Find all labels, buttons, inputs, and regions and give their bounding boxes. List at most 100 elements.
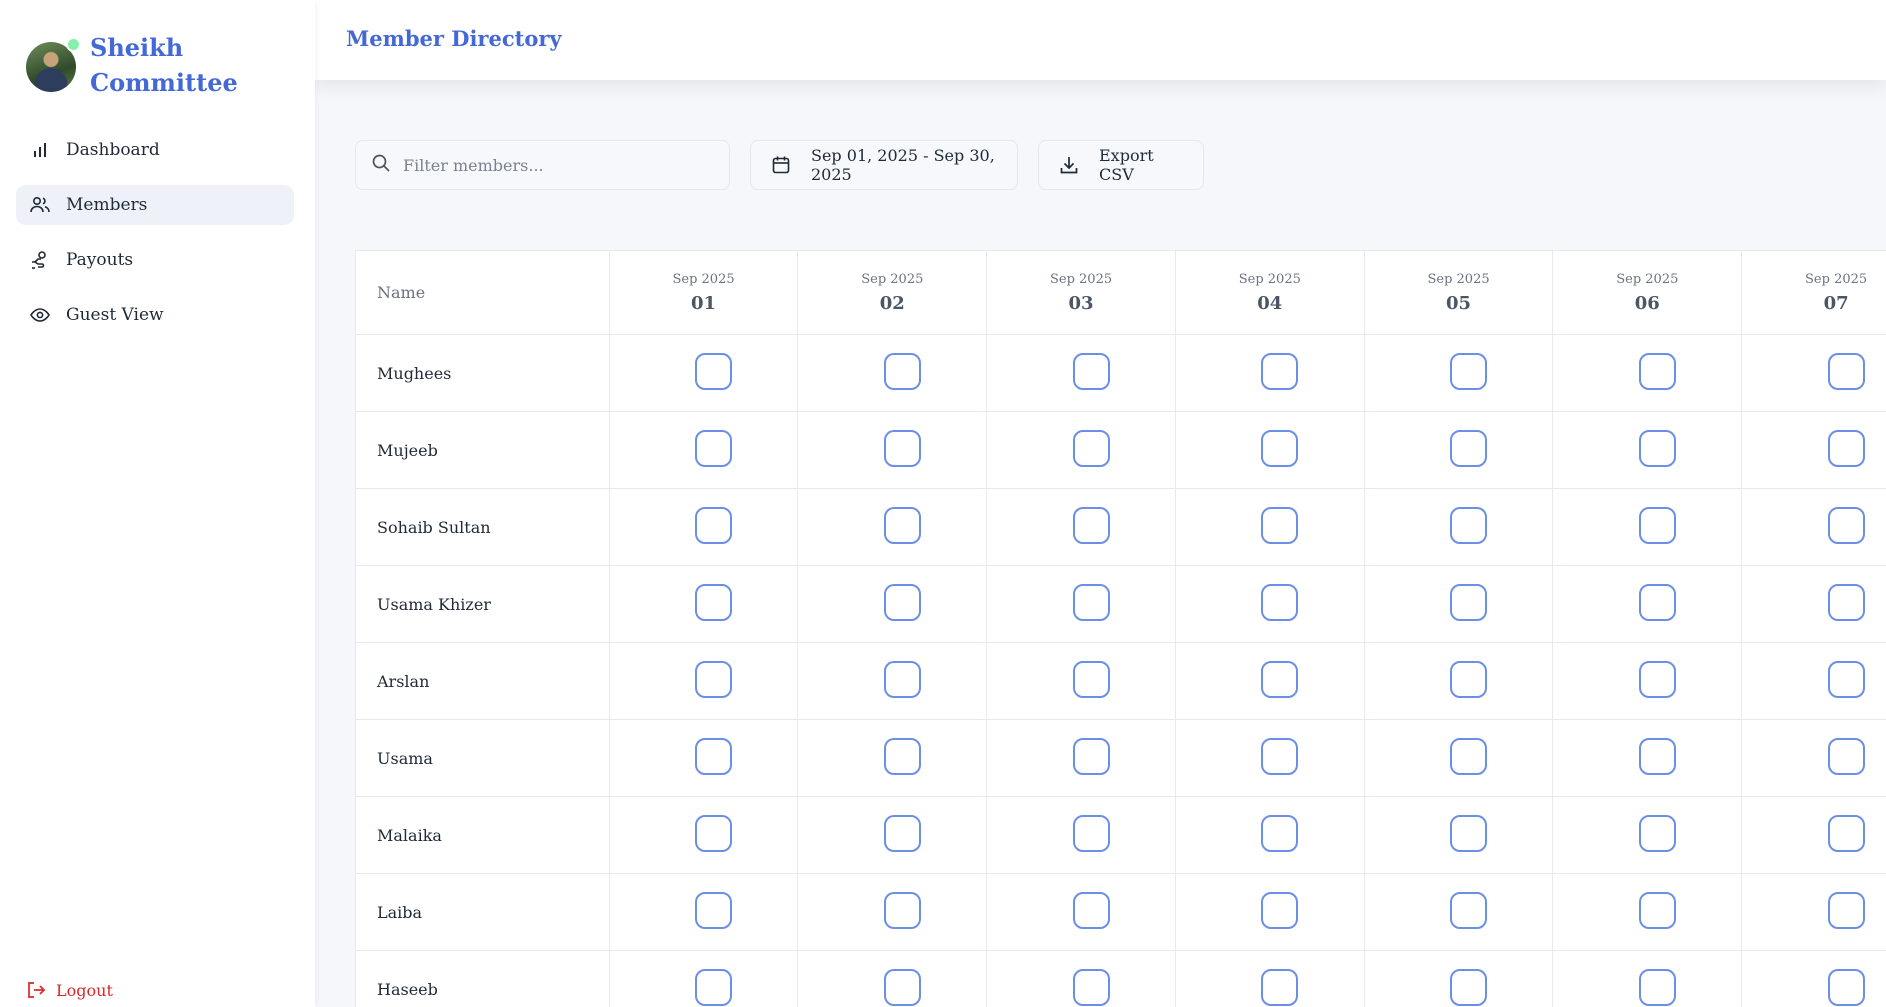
- table-row: Haseeb: [355, 950, 1886, 1007]
- attendance-checkbox[interactable]: [695, 737, 733, 775]
- online-status-dot: [66, 37, 81, 52]
- attendance-checkbox[interactable]: [1638, 737, 1676, 775]
- attendance-checkbox[interactable]: [1450, 891, 1488, 929]
- attendance-checkbox[interactable]: [1827, 429, 1865, 467]
- column-header-day: Sep 2025 07: [1741, 250, 1886, 335]
- attendance-checkbox[interactable]: [1261, 660, 1299, 698]
- attendance-checkbox[interactable]: [1072, 891, 1110, 929]
- attendance-checkbox[interactable]: [1072, 352, 1110, 390]
- attendance-checkbox[interactable]: [695, 429, 733, 467]
- member-name-cell: Sohaib Sultan: [355, 488, 610, 566]
- toolbar: Sep 01, 2025 - Sep 30, 2025 Export CSV: [355, 140, 1204, 190]
- attendance-checkbox[interactable]: [1261, 814, 1299, 852]
- attendance-checkbox[interactable]: [695, 968, 733, 1006]
- attendance-checkbox[interactable]: [1072, 429, 1110, 467]
- attendance-checkbox[interactable]: [1638, 814, 1676, 852]
- table-row: Usama Khizer: [355, 565, 1886, 643]
- search-input[interactable]: [403, 155, 703, 175]
- sidebar-item-guest-view[interactable]: Guest View: [16, 295, 294, 335]
- attendance-checkbox[interactable]: [695, 506, 733, 544]
- payout-hand-icon: [30, 250, 50, 270]
- attendance-checkbox[interactable]: [883, 660, 921, 698]
- attendance-checkbox[interactable]: [1261, 506, 1299, 544]
- sidebar-item-dashboard[interactable]: Dashboard: [16, 130, 294, 170]
- attendance-checkbox[interactable]: [1450, 352, 1488, 390]
- attendance-checkbox[interactable]: [1638, 660, 1676, 698]
- attendance-checkbox[interactable]: [695, 891, 733, 929]
- attendance-checkbox[interactable]: [1638, 429, 1676, 467]
- attendance-checkbox[interactable]: [1450, 968, 1488, 1006]
- avatar: [26, 37, 81, 92]
- attendance-checkbox[interactable]: [883, 968, 921, 1006]
- attendance-checkbox[interactable]: [1261, 737, 1299, 775]
- sidebar-item-label: Dashboard: [66, 140, 160, 160]
- attendance-checkbox[interactable]: [1827, 506, 1865, 544]
- attendance-checkbox[interactable]: [1638, 891, 1676, 929]
- table-row: Mujeeb: [355, 411, 1886, 489]
- sidebar-item-payouts[interactable]: Payouts: [16, 240, 294, 280]
- attendance-checkbox[interactable]: [1450, 737, 1488, 775]
- attendance-checkbox[interactable]: [1072, 583, 1110, 621]
- member-name-cell: Haseeb: [355, 950, 610, 1007]
- attendance-checkbox[interactable]: [1450, 660, 1488, 698]
- attendance-checkbox[interactable]: [1827, 737, 1865, 775]
- attendance-checkbox[interactable]: [1072, 660, 1110, 698]
- attendance-checkbox[interactable]: [1261, 583, 1299, 621]
- attendance-checkbox[interactable]: [1638, 968, 1676, 1006]
- logout-button[interactable]: Logout: [26, 980, 113, 1000]
- sidebar-item-label: Guest View: [66, 305, 164, 325]
- export-csv-button[interactable]: Export CSV: [1038, 140, 1204, 190]
- member-name-cell: Malaika: [355, 796, 610, 874]
- attendance-checkbox[interactable]: [883, 429, 921, 467]
- attendance-checkbox[interactable]: [883, 583, 921, 621]
- sidebar-item-label: Payouts: [66, 250, 134, 270]
- top-header: Member Directory: [315, 0, 1886, 80]
- attendance-checkbox[interactable]: [1072, 968, 1110, 1006]
- attendance-checkbox[interactable]: [883, 352, 921, 390]
- eye-icon: [30, 305, 50, 325]
- attendance-checkbox[interactable]: [695, 660, 733, 698]
- attendance-checkbox[interactable]: [883, 814, 921, 852]
- logout-label: Logout: [56, 980, 113, 1000]
- attendance-checkbox[interactable]: [1827, 891, 1865, 929]
- table-header-row: Name Sep 2025 01 Sep 2025 02 Sep 2025 03 Se…: [355, 250, 1886, 335]
- sidebar-item-members[interactable]: Members: [16, 185, 294, 225]
- attendance-checkbox[interactable]: [695, 352, 733, 390]
- users-icon: [30, 195, 50, 215]
- brand-name: Sheikh Committee: [90, 33, 238, 97]
- date-range-button[interactable]: Sep 01, 2025 - Sep 30, 2025: [750, 140, 1018, 190]
- attendance-checkbox[interactable]: [1827, 583, 1865, 621]
- attendance-checkbox[interactable]: [1072, 737, 1110, 775]
- attendance-checkbox[interactable]: [695, 814, 733, 852]
- sidebar-nav: Dashboard Members Payouts Guest View: [16, 130, 294, 350]
- attendance-table-container[interactable]: Name Sep 2025 01 Sep 2025 02 Sep 2025 03 Se…: [355, 250, 1886, 1007]
- attendance-checkbox[interactable]: [1072, 506, 1110, 544]
- attendance-checkbox[interactable]: [1827, 814, 1865, 852]
- attendance-checkbox[interactable]: [1261, 429, 1299, 467]
- brand[interactable]: Sheikh Committee: [26, 30, 240, 100]
- attendance-checkbox[interactable]: [1638, 506, 1676, 544]
- table-row: Laiba: [355, 873, 1886, 951]
- attendance-checkbox[interactable]: [1827, 968, 1865, 1006]
- column-header-day: Sep 2025 02: [797, 250, 988, 335]
- attendance-checkbox[interactable]: [1261, 891, 1299, 929]
- attendance-checkbox[interactable]: [883, 891, 921, 929]
- attendance-checkbox[interactable]: [695, 583, 733, 621]
- attendance-checkbox[interactable]: [883, 737, 921, 775]
- attendance-checkbox[interactable]: [1450, 506, 1488, 544]
- export-csv-label: Export CSV: [1099, 146, 1154, 184]
- attendance-checkbox[interactable]: [1827, 660, 1865, 698]
- attendance-checkbox[interactable]: [1261, 968, 1299, 1006]
- search-box[interactable]: [355, 140, 730, 190]
- table-row: Usama: [355, 719, 1886, 797]
- attendance-checkbox[interactable]: [1638, 583, 1676, 621]
- attendance-checkbox[interactable]: [1827, 352, 1865, 390]
- attendance-checkbox[interactable]: [1072, 814, 1110, 852]
- attendance-checkbox[interactable]: [1261, 352, 1299, 390]
- attendance-checkbox[interactable]: [1450, 583, 1488, 621]
- attendance-checkbox[interactable]: [1450, 814, 1488, 852]
- attendance-checkbox[interactable]: [1638, 352, 1676, 390]
- attendance-checkbox[interactable]: [1450, 429, 1488, 467]
- sidebar-item-label: Members: [66, 195, 148, 215]
- attendance-checkbox[interactable]: [883, 506, 921, 544]
